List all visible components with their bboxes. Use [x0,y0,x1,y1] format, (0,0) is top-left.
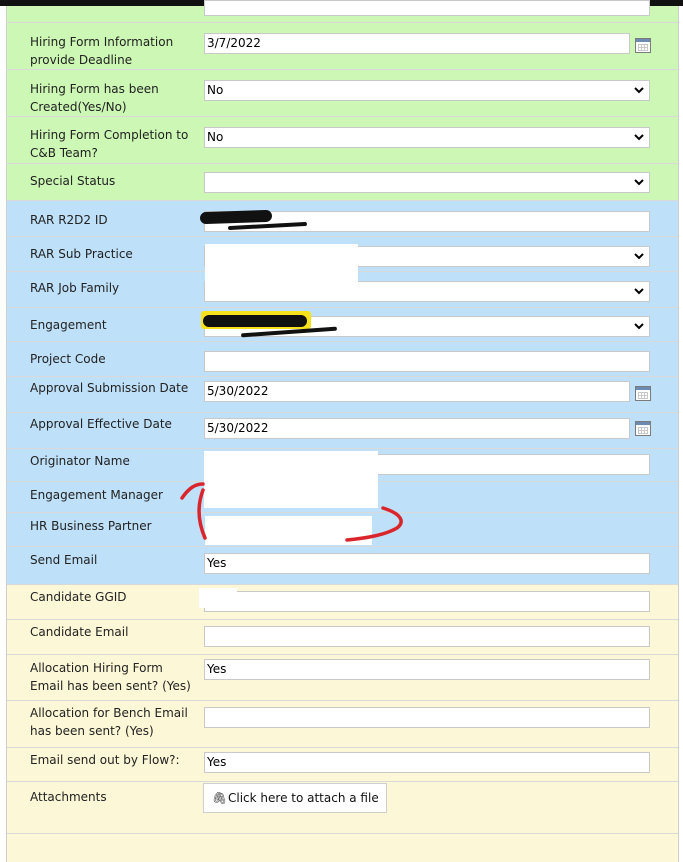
calendar-icon[interactable] [635,386,651,401]
flow-label: Email send out by Flow?: [30,753,180,767]
special-status-label: Special Status [30,174,116,188]
allocation-hiring-input[interactable]: Yes [204,659,650,680]
created-select[interactable]: No [204,80,650,101]
attach-file-button[interactable]: 🖇 Click here to attach a file [203,783,387,813]
candidate-ggid-input[interactable] [204,591,650,612]
chevron-down-icon [634,288,644,295]
send-email-label: Send Email [30,553,98,567]
flow-input[interactable]: Yes [204,752,650,773]
deadline-input[interactable]: 3/7/2022 [204,33,630,54]
chevron-down-icon [634,323,644,330]
project-code-label: Project Code [30,352,106,366]
row-candidate-email: Candidate Email [7,620,678,655]
chevron-down-icon [634,134,644,141]
approval-submission-label: Approval Submission Date [30,381,189,395]
row-created: Hiring Form has been Created(Yes/No) No [7,70,678,117]
row-deadline: Hiring Form Information provide Deadline… [7,23,678,70]
completion-select-value: No [207,130,224,144]
redaction-scribble-id [199,209,273,225]
approval-effective-input[interactable]: 5/30/2022 [204,418,630,439]
engagement-label: Engagement [30,318,107,332]
row-project-code: Project Code [7,342,678,377]
rar-id-label: RAR R2D2 ID [30,213,108,227]
candidate-email-input[interactable] [204,626,650,647]
deadline-label: Hiring Form Information provide Deadline [30,35,174,67]
project-code-input[interactable] [204,351,650,372]
send-email-input[interactable]: Yes [204,553,650,574]
form-bottom-strip [7,834,678,862]
candidate-ggid-label: Candidate GGID [30,590,127,604]
attach-file-label: Click here to attach a file [228,791,379,805]
paperclip-icon: 🖇 [212,791,228,805]
engagement-manager-label: Engagement Manager [30,488,163,502]
row-previous-field [7,0,678,23]
row-engagement: Engagement [7,308,678,342]
special-status-select[interactable] [204,172,650,193]
completion-label: Hiring Form Completion to C&B Team? [30,128,189,160]
row-special-status: Special Status [7,164,678,201]
created-select-value: No [207,83,224,97]
calendar-icon[interactable] [635,421,651,436]
originator-label: Originator Name [30,454,130,468]
row-approval-effective: Approval Effective Date 5/30/2022 [7,413,678,449]
form-container: Hiring Form Information provide Deadline… [6,0,679,862]
row-flow: Email send out by Flow?: Yes [7,748,678,782]
previous-field-input[interactable] [204,0,650,16]
approval-effective-label: Approval Effective Date [30,417,172,431]
approval-submission-input[interactable]: 5/30/2022 [204,381,630,402]
redaction-white-subpractice [205,244,358,300]
redaction-scribble-engagement [203,315,307,327]
chevron-down-icon [634,87,644,94]
allocation-bench-label: Allocation for Bench Email has been sent… [30,706,188,738]
candidate-email-label: Candidate Email [30,625,129,639]
job-family-label: RAR Job Family [30,281,120,295]
row-approval-submission: Approval Submission Date 5/30/2022 [7,377,678,413]
red-annotation-arrow [180,482,403,542]
row-candidate-ggid: Candidate GGID [7,585,678,620]
row-rar-id: RAR R2D2 ID [7,201,678,237]
completion-select[interactable]: No [204,127,650,148]
row-send-email: Send Email Yes [7,547,678,585]
redaction-white-ggid [199,588,237,608]
sub-practice-label: RAR Sub Practice [30,247,133,261]
created-label: Hiring Form has been Created(Yes/No) [30,82,159,114]
row-allocation-bench: Allocation for Bench Email has been sent… [7,701,678,748]
hr-partner-label: HR Business Partner [30,519,152,533]
row-completion: Hiring Form Completion to C&B Team? No [7,117,678,164]
calendar-icon[interactable] [635,38,651,53]
chevron-down-icon [634,179,644,186]
allocation-hiring-label: Allocation Hiring Form Email has been se… [30,661,191,693]
attachments-label: Attachments [30,790,107,804]
allocation-bench-input[interactable] [204,707,650,728]
chevron-down-icon [634,253,644,260]
row-allocation-hiring: Allocation Hiring Form Email has been se… [7,655,678,701]
